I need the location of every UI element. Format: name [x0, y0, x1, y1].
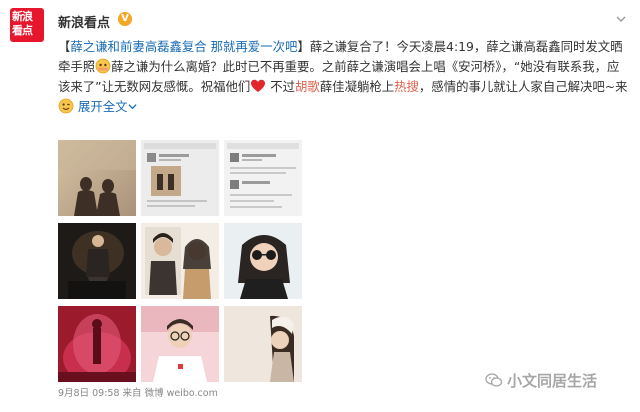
peek-emoji-icon: [95, 58, 111, 74]
image-thumb-5[interactable]: [141, 223, 219, 299]
watermark: 小文同居生活: [485, 369, 597, 391]
post-text: 【薛之谦和前妻高磊鑫复合 那就再爱一次吧】薛之谦复合了！今天凌晨4:19，薛之谦…: [58, 37, 630, 117]
avatar-text-line2: 看点: [12, 24, 33, 37]
post-time[interactable]: 9月8日 09:58: [58, 388, 120, 399]
image-thumb-3[interactable]: [224, 140, 302, 216]
image-thumb-6[interactable]: [224, 223, 302, 299]
chevron-down-icon[interactable]: [616, 14, 626, 24]
post-text-bracket-open: 【: [58, 39, 71, 54]
source-prefix: 来自: [122, 388, 142, 399]
expand-label: 展开全文: [77, 99, 128, 114]
heart-icon: [250, 78, 266, 94]
topic-link[interactable]: 薛之谦和前妻高磊鑫复合 那就再爱一次吧: [70, 39, 297, 54]
verified-icon: V: [118, 12, 132, 26]
wink-emoji-icon: [58, 98, 74, 114]
source-link[interactable]: 微博 weibo.com: [145, 388, 218, 399]
avatar[interactable]: 新浪 看点: [10, 8, 44, 42]
hot-search-link[interactable]: 热搜: [394, 79, 419, 94]
image-thumb-1[interactable]: [58, 140, 136, 216]
wechat-icon: [485, 371, 503, 389]
image-thumb-4[interactable]: [58, 223, 136, 299]
post-meta: 9月8日 09:58 来自 微博 weibo.com: [58, 385, 218, 399]
image-thumb-7[interactable]: [58, 306, 136, 382]
chevron-down-icon: [127, 102, 137, 111]
post-text-segment: 不过: [266, 79, 296, 94]
image-thumb-9[interactable]: [224, 306, 302, 382]
expand-full-text-link[interactable]: 展开全文: [78, 99, 137, 114]
avatar-text-line1: 新浪: [12, 10, 33, 23]
post-text-segment: ，感情的事儿就让人家自己解决吧~来: [418, 79, 628, 94]
mention-link[interactable]: 胡歌: [295, 79, 320, 94]
image-thumb-2[interactable]: [141, 140, 219, 216]
watermark-text: 小文同居生活: [507, 371, 598, 390]
image-thumb-8[interactable]: [141, 306, 219, 382]
post-text-segment: 薛佳凝躺枪上: [319, 79, 395, 94]
user-name[interactable]: 新浪看点: [58, 12, 110, 31]
